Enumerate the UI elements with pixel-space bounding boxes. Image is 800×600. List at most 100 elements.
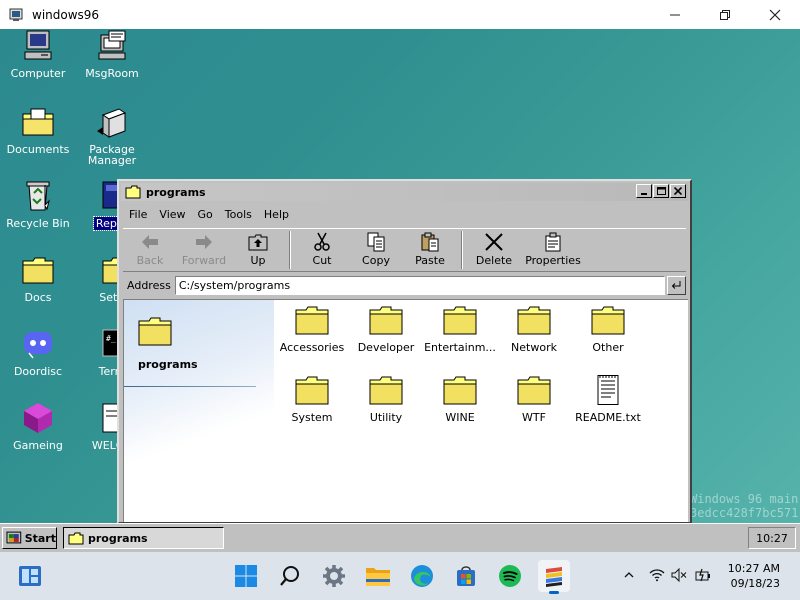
watermark-line: 3edcc428f7bc571 [690,506,799,520]
minimize-button[interactable] [650,0,700,29]
folder-item-utility[interactable]: Utility [348,375,424,424]
host-window-titlebar: windows96 [0,0,800,29]
menu-file[interactable]: File [123,206,153,224]
cut-label: Cut [312,254,332,267]
up-label: Up [250,254,266,267]
folder-item-wtf[interactable]: WTF [496,375,572,424]
folder-item-entertainment[interactable]: Entertainm... [422,305,498,354]
minimize-icon [670,14,680,15]
up-button[interactable]: Up [231,229,285,273]
windows-start-icon [235,565,257,587]
explorer-window[interactable]: programs File View Go Tools Help Back Fo… [117,179,692,524]
address-input[interactable] [174,275,666,295]
spotify-button[interactable] [494,560,526,592]
wifi-status[interactable] [648,566,666,584]
maximize-icon [656,187,666,195]
folder-item-label: WINE [445,411,475,424]
widgets-icon [19,566,41,586]
taskbar-task-programs[interactable]: programs [63,527,224,549]
file-explorer-button[interactable] [362,560,394,592]
desktop-icon-label: Documents [6,143,70,156]
search-button[interactable] [274,560,306,592]
back-button[interactable]: Back [123,229,177,273]
explorer-minimize-button[interactable] [636,184,652,198]
desktop-icon-msgroom[interactable]: MsgRoom [76,29,148,80]
system-tray [620,566,712,584]
svg-text:#_: #_ [106,334,116,343]
folder-item-readme[interactable]: README.txt [570,375,646,424]
folder-icon [22,257,54,284]
wifi-icon [649,569,665,582]
windows-start-button[interactable] [230,560,262,592]
folder-item-label: Accessories [279,341,345,354]
paste-button[interactable]: Paste [403,229,457,273]
restore-button[interactable] [700,0,750,29]
desktop-icon-documents[interactable]: Documents [2,105,74,156]
folder-item-label: Developer [357,341,415,354]
show-hidden-icons-button[interactable] [620,566,638,584]
folder-item-other[interactable]: Other [570,305,646,354]
menu-go[interactable]: Go [192,206,219,224]
spotify-icon [499,565,521,587]
folder-item-accessories[interactable]: Accessories [274,305,350,354]
widgets-button[interactable] [14,560,46,592]
folder-item-system[interactable]: System [274,375,350,424]
menu-tools[interactable]: Tools [219,206,258,224]
file-explorer-icon [366,568,390,586]
folder-icon [517,376,551,405]
battery-charging-icon [695,568,710,582]
desktop-icon-docs[interactable]: Docs [2,253,74,304]
desktop-icon-package-manager[interactable]: Package Manager [76,105,148,167]
explorer-titlebar[interactable]: programs [121,183,688,201]
documents-folder-icon [22,108,54,136]
battery-status[interactable] [694,566,712,584]
folder-item-wine[interactable]: WINE [422,375,498,424]
volume-muted-icon [671,568,687,582]
doordisc-icon [24,332,52,359]
taskbar-clock[interactable]: 10:27 AM 09/18/23 [728,561,780,591]
volume-status[interactable] [670,566,688,584]
scissors-icon [314,232,330,251]
explorer-close-button[interactable] [670,184,686,198]
explorer-maximize-button[interactable] [653,184,669,198]
folder-icon [125,185,141,199]
copy-icon [367,232,385,252]
address-bar: Address [123,274,686,296]
desktop-icon-label: Recycle Bin [6,217,70,230]
properties-icon [545,232,561,252]
folder-item-developer[interactable]: Developer [348,305,424,354]
edge-button[interactable] [406,560,438,592]
microsoft-store-button[interactable] [450,560,482,592]
desktop-icon-label: Computer [10,67,66,80]
toolbar-separator [289,231,291,269]
folder-info-divider [124,386,256,387]
settings-gear-icon [323,565,345,587]
watermark-line: Windows 96 main [690,492,799,506]
folder-icon [138,317,172,346]
folder-item-network[interactable]: Network [496,305,572,354]
start-button[interactable]: Start [2,527,57,549]
folder-icon [517,306,551,335]
cut-button[interactable]: Cut [295,229,349,273]
folder-item-label: Entertainm... [424,341,496,354]
delete-button[interactable]: Delete [467,229,521,273]
desktop-icon-doordisc[interactable]: Doordisc [2,327,74,378]
copy-button[interactable]: Copy [349,229,403,273]
desktop-icon-recycle-bin[interactable]: Recycle Bin [2,179,74,230]
properties-button[interactable]: Properties [521,229,585,273]
package-manager-icon [97,108,127,138]
forward-button[interactable]: Forward [177,229,231,273]
windows96-taskbar-button[interactable] [538,560,570,594]
desktop-icon-gameing[interactable]: Gameing [2,401,74,452]
menu-view[interactable]: View [153,206,191,224]
address-go-button[interactable] [667,275,686,295]
menu-help[interactable]: Help [258,206,295,224]
paste-label: Paste [415,254,445,267]
msgroom-icon [98,30,126,60]
folder-view[interactable]: programs Accessories Developer Entertain… [123,299,688,522]
explorer-toolbar: Back Forward Up Cut Copy Paste Delete Pr… [123,228,686,272]
desktop-icon-computer[interactable]: Computer [2,29,74,80]
folder-info-title: programs [138,358,198,371]
settings-button[interactable] [318,560,350,592]
close-button[interactable] [750,0,800,29]
